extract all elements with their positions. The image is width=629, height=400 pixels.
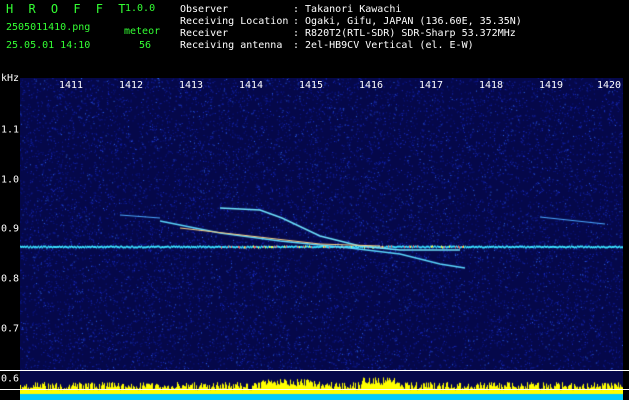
x-tick-label: 1417 [418,80,444,91]
x-tick-label: 1412 [118,80,144,91]
x-tick-label: 1419 [538,80,564,91]
x-tick-label: 1414 [238,80,264,91]
spectrogram-canvas [20,78,623,400]
y-tick-label: 0.6 [1,373,20,385]
location-value: : Ogaki, Gifu, JAPAN (136.60E, 35.35N) [293,16,522,27]
y-unit-label: kHz [1,73,20,84]
observer-value: : Takanori Kawachi [293,4,402,15]
file-name: 2505011410.png [6,22,91,33]
y-tick-label: 1.0 [1,174,20,186]
y-tick-label: 1.1 [1,124,20,136]
x-tick-label: 1411 [58,80,84,91]
band-marker-line [0,389,629,390]
y-tick-label: 0.9 [1,223,20,235]
location-label: Receiving Location [180,16,289,27]
detection-label: meteor [124,26,161,37]
antenna-label: Receiving antenna [180,40,283,51]
app-name: H R O F F T [6,2,130,16]
observer-label: Observer [180,4,229,15]
detection-count: 56 [139,40,152,51]
receiver-value: : R820T2(RTL-SDR) SDR-Sharp 53.372MHz [293,28,516,39]
y-tick-label: 0.7 [1,323,20,335]
x-tick-label: 1418 [478,80,504,91]
x-tick-label: 1415 [298,80,324,91]
antenna-value: : 2el-HB9CV Vertical (el. E-W) [293,40,474,51]
band-marker-line [0,370,629,371]
x-tick-label: 1416 [358,80,384,91]
y-tick-label: 0.8 [1,273,20,285]
x-tick-label: 1420 [596,80,622,91]
app-version: 1.0.0 [125,3,156,14]
file-datetime: 25.05.01 14:10 [6,40,91,51]
receiver-label: Receiver [180,28,229,39]
x-tick-label: 1413 [178,80,204,91]
